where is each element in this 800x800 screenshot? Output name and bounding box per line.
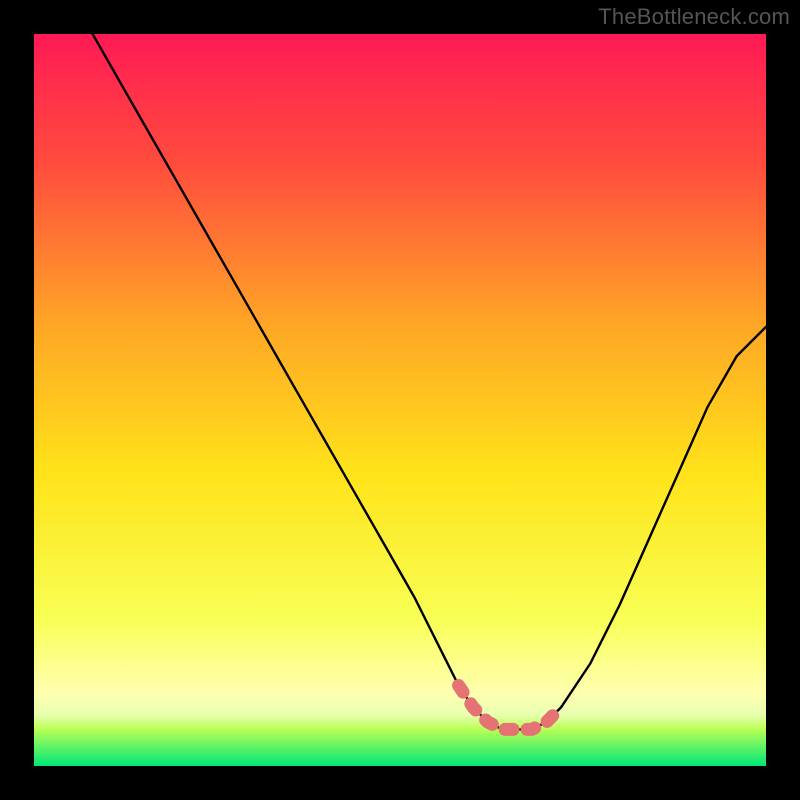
gradient-bg [34,34,766,766]
plot-svg [34,34,766,766]
watermark-label: TheBottleneck.com [598,4,790,30]
chart-frame: TheBottleneck.com [0,0,800,800]
plot-area [34,34,766,766]
